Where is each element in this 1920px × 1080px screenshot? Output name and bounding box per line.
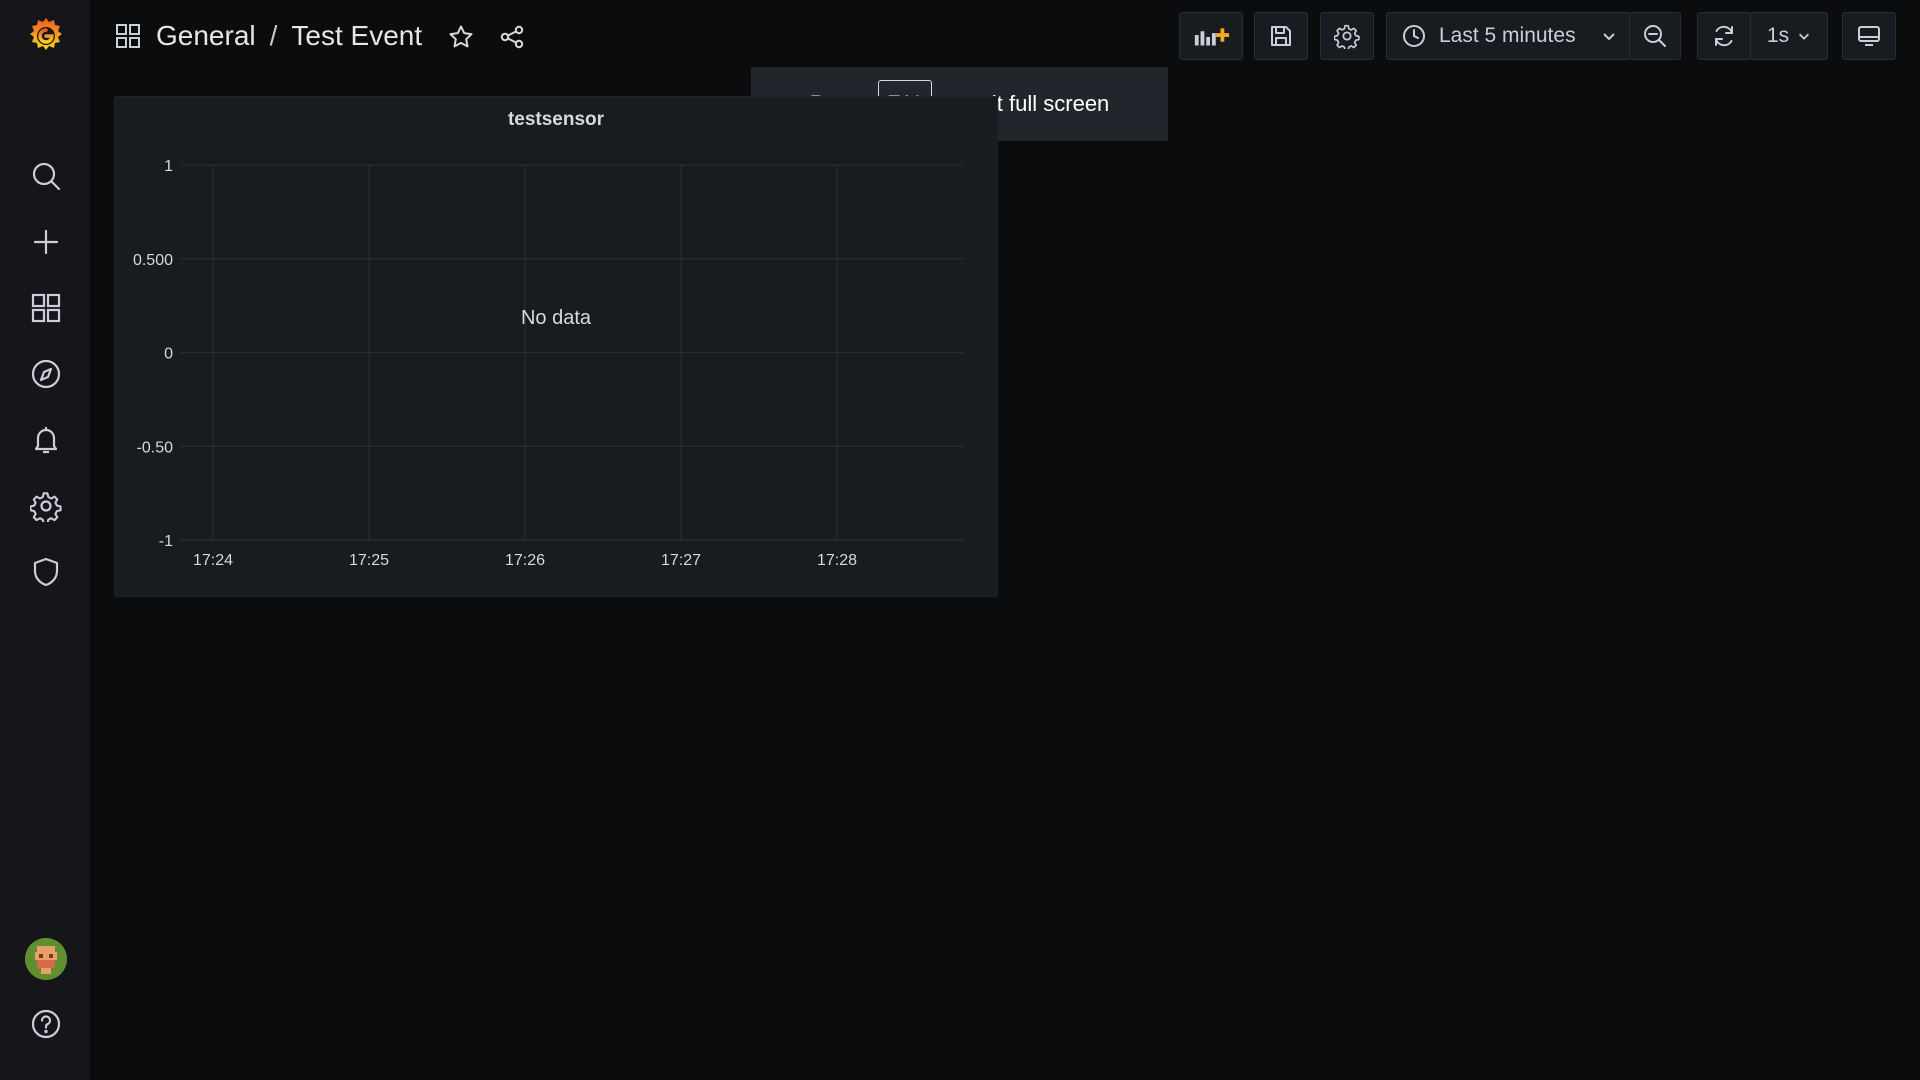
graph-panel[interactable]: testsensor 1 0.500 0 -0.50 -1 17:24 17:25 17:26… — [114, 96, 998, 597]
y-tick-label: 0 — [164, 346, 173, 363]
plus-icon[interactable] — [25, 221, 67, 263]
dashboards-icon[interactable] — [25, 287, 67, 329]
save-dashboard-button[interactable] — [1254, 12, 1308, 60]
breadcrumb: General / Test Event — [114, 16, 422, 56]
star-icon[interactable] — [446, 22, 476, 52]
dashboard-settings-button[interactable] — [1320, 12, 1374, 60]
no-data-message: No data — [520, 307, 592, 329]
chevron-down-icon — [1797, 29, 1811, 43]
x-tick-label: 17:26 — [505, 552, 545, 569]
time-range-picker[interactable]: Last 5 minutes — [1386, 12, 1630, 60]
y-tick-label: 0.500 — [133, 252, 173, 269]
clock-icon — [1401, 23, 1427, 49]
add-panel-button[interactable] — [1179, 12, 1243, 60]
top-navbar: General / Test Event Last 5 minutes 1s — [90, 0, 1920, 74]
refresh-interval-picker[interactable]: 1s — [1750, 12, 1828, 60]
refresh-button[interactable] — [1697, 12, 1751, 60]
time-range-label: Last 5 minutes — [1439, 24, 1576, 47]
chevron-down-icon — [1601, 28, 1617, 44]
y-tick-label: 1 — [164, 158, 173, 175]
grafana-logo-icon[interactable] — [24, 14, 68, 58]
breadcrumb-separator: / — [269, 20, 278, 51]
zoom-out-button[interactable] — [1629, 12, 1681, 60]
y-tick-label: -0.50 — [137, 439, 174, 456]
refresh-interval-label: 1s — [1766, 24, 1790, 47]
graph-chart: 1 0.500 0 -0.50 -1 17:24 17:25 17:26 17:27 17:28 — [133, 158, 963, 569]
breadcrumb-folder[interactable]: General — [156, 20, 256, 52]
share-icon[interactable] — [497, 22, 527, 52]
alerting-bell-icon[interactable] — [25, 419, 67, 461]
dashboard-grid-icon — [114, 22, 142, 50]
breadcrumb-dashboard-title[interactable]: Test Event — [291, 20, 422, 52]
x-tick-label: 17:25 — [349, 552, 389, 569]
sidebar — [0, 0, 90, 1080]
configuration-gear-icon[interactable] — [25, 485, 67, 527]
tv-mode-button[interactable] — [1842, 12, 1896, 60]
server-admin-shield-icon[interactable] — [25, 551, 67, 593]
help-icon[interactable] — [25, 1003, 67, 1045]
y-tick-label: -1 — [159, 533, 173, 550]
search-icon[interactable] — [25, 155, 67, 197]
user-avatar[interactable] — [25, 938, 67, 980]
x-tick-label: 17:28 — [817, 552, 857, 569]
explore-compass-icon[interactable] — [25, 353, 67, 395]
x-tick-label: 17:24 — [193, 552, 233, 569]
x-tick-label: 17:27 — [661, 552, 701, 569]
